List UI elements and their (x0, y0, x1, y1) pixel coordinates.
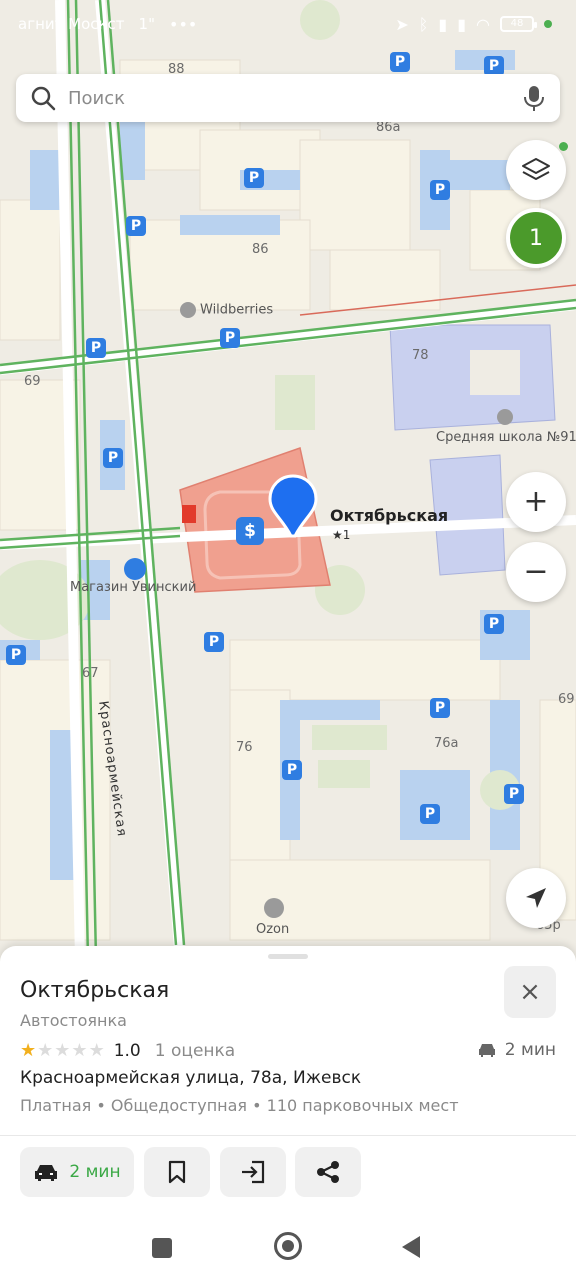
rating-count: 1 оценка (154, 1040, 236, 1061)
place-title: Октябрьская (20, 978, 170, 1003)
car-icon (35, 1165, 58, 1181)
battery-icon: 48 (500, 16, 537, 32)
selected-place-pin-icon[interactable] (268, 474, 318, 540)
carrier-text: агнит Москст (18, 15, 125, 33)
user-level-badge[interactable]: 1 (506, 208, 566, 268)
entrance-icon (242, 1160, 265, 1184)
house-number: 69 (558, 692, 575, 707)
selected-place-map-rating: ★1 (332, 528, 351, 542)
rating-value: 1.0 (113, 1040, 141, 1061)
place-details: Платная • Общедоступная • 110 парковочны… (20, 1096, 459, 1115)
bookmark-icon (168, 1160, 186, 1184)
parking-icon[interactable]: P (244, 168, 264, 188)
parking-icon[interactable]: P (420, 804, 440, 824)
status-extra: 1" (138, 15, 155, 33)
parking-icon[interactable]: P (504, 784, 524, 804)
house-number: 76а (434, 736, 459, 751)
microphone-icon[interactable] (522, 84, 546, 112)
house-number: 69 (24, 374, 41, 389)
store-icon (264, 898, 284, 918)
signal-icon: ▮ (457, 14, 467, 34)
star-icon: ★ (20, 1040, 37, 1061)
zoom-out-button[interactable]: − (506, 542, 566, 602)
more-icon: ••• (169, 14, 198, 34)
sheet-handle[interactable] (268, 954, 308, 959)
parking-icon[interactable]: P (6, 645, 26, 665)
share-icon (317, 1161, 339, 1183)
house-number: 86 (252, 242, 269, 257)
parking-icon[interactable]: P (430, 698, 450, 718)
bluetooth-icon: ᛒ (418, 14, 429, 34)
parking-icon[interactable]: P (430, 180, 450, 200)
layers-button[interactable] (506, 140, 568, 200)
entrance-button[interactable] (220, 1147, 286, 1197)
share-button[interactable] (295, 1147, 361, 1197)
search-bar[interactable] (16, 74, 560, 122)
parking-icon[interactable]: P (86, 338, 106, 358)
bookmark-button[interactable] (144, 1147, 210, 1197)
search-icon (31, 86, 56, 111)
house-number: 67 (82, 666, 99, 681)
place-category: Автостоянка (20, 1011, 127, 1030)
place-card: Октябрьская Автостоянка × ★ ★ ★ ★ ★ 1.0 … (0, 946, 576, 1216)
plus-icon: + (523, 484, 549, 519)
poi-school-label[interactable]: Средняя школа №91 (436, 430, 576, 445)
home-icon[interactable] (274, 1232, 302, 1260)
parking-icon[interactable]: P (484, 56, 504, 76)
search-input[interactable] (68, 87, 522, 109)
parking-icon[interactable]: P (220, 328, 240, 348)
store-icon (180, 302, 196, 318)
paid-parking-icon: $ (236, 517, 264, 545)
school-icon (497, 409, 513, 425)
parking-icon[interactable]: P (484, 614, 504, 634)
star-icon: ★ (37, 1040, 54, 1061)
close-button[interactable]: × (504, 966, 556, 1018)
house-number: 78 (412, 348, 429, 363)
parking-icon[interactable]: P (126, 216, 146, 236)
place-address: Красноармейская улица, 78а, Ижевск (20, 1068, 362, 1088)
notification-dot-icon (559, 142, 568, 151)
star-icon: ★ (88, 1040, 105, 1061)
recent-apps-icon[interactable] (152, 1238, 172, 1258)
bus-stop-icon[interactable] (124, 558, 146, 580)
parking-icon[interactable]: P (390, 52, 410, 72)
wifi-icon: ◠ (476, 14, 490, 34)
car-icon (478, 1044, 495, 1057)
route-button[interactable]: 2 мин (20, 1147, 134, 1197)
route-time: 2 мин (69, 1162, 121, 1182)
close-icon: × (519, 977, 541, 1007)
location-icon: ➤ (395, 14, 409, 34)
drive-time: 2 мин (477, 1040, 556, 1060)
poi-ozon-label[interactable]: Ozon (256, 922, 289, 937)
parking-icon[interactable]: P (204, 632, 224, 652)
minus-icon: − (523, 554, 549, 589)
star-icon: ★ (54, 1040, 71, 1061)
layers-icon (522, 158, 550, 180)
back-icon[interactable] (402, 1236, 420, 1258)
selected-place-map-label[interactable]: Октябрьская (330, 506, 448, 525)
my-location-button[interactable] (506, 868, 566, 928)
house-number: 76 (236, 740, 253, 755)
divider (0, 1135, 576, 1136)
house-number: 86а (376, 120, 401, 135)
parking-icon[interactable]: P (282, 760, 302, 780)
poi-wildberries-label[interactable]: Wildberries (180, 302, 273, 318)
zoom-in-button[interactable]: + (506, 472, 566, 532)
system-navigation-bar (0, 1216, 576, 1280)
rating-row[interactable]: ★ ★ ★ ★ ★ 1.0 1 оценка (20, 1040, 235, 1061)
star-icon: ★ (71, 1040, 88, 1061)
poi-shop-label[interactable]: Магазин Увинский (70, 580, 196, 595)
signal-icon: ▮ (438, 14, 448, 34)
privacy-dot-icon (544, 20, 552, 28)
parking-icon[interactable]: P (103, 448, 123, 468)
navigation-arrow-icon (526, 888, 546, 908)
status-bar: агнит Москст 1" ••• ➤ ᛒ ▮ ▮ ◠ 48 (0, 0, 576, 48)
